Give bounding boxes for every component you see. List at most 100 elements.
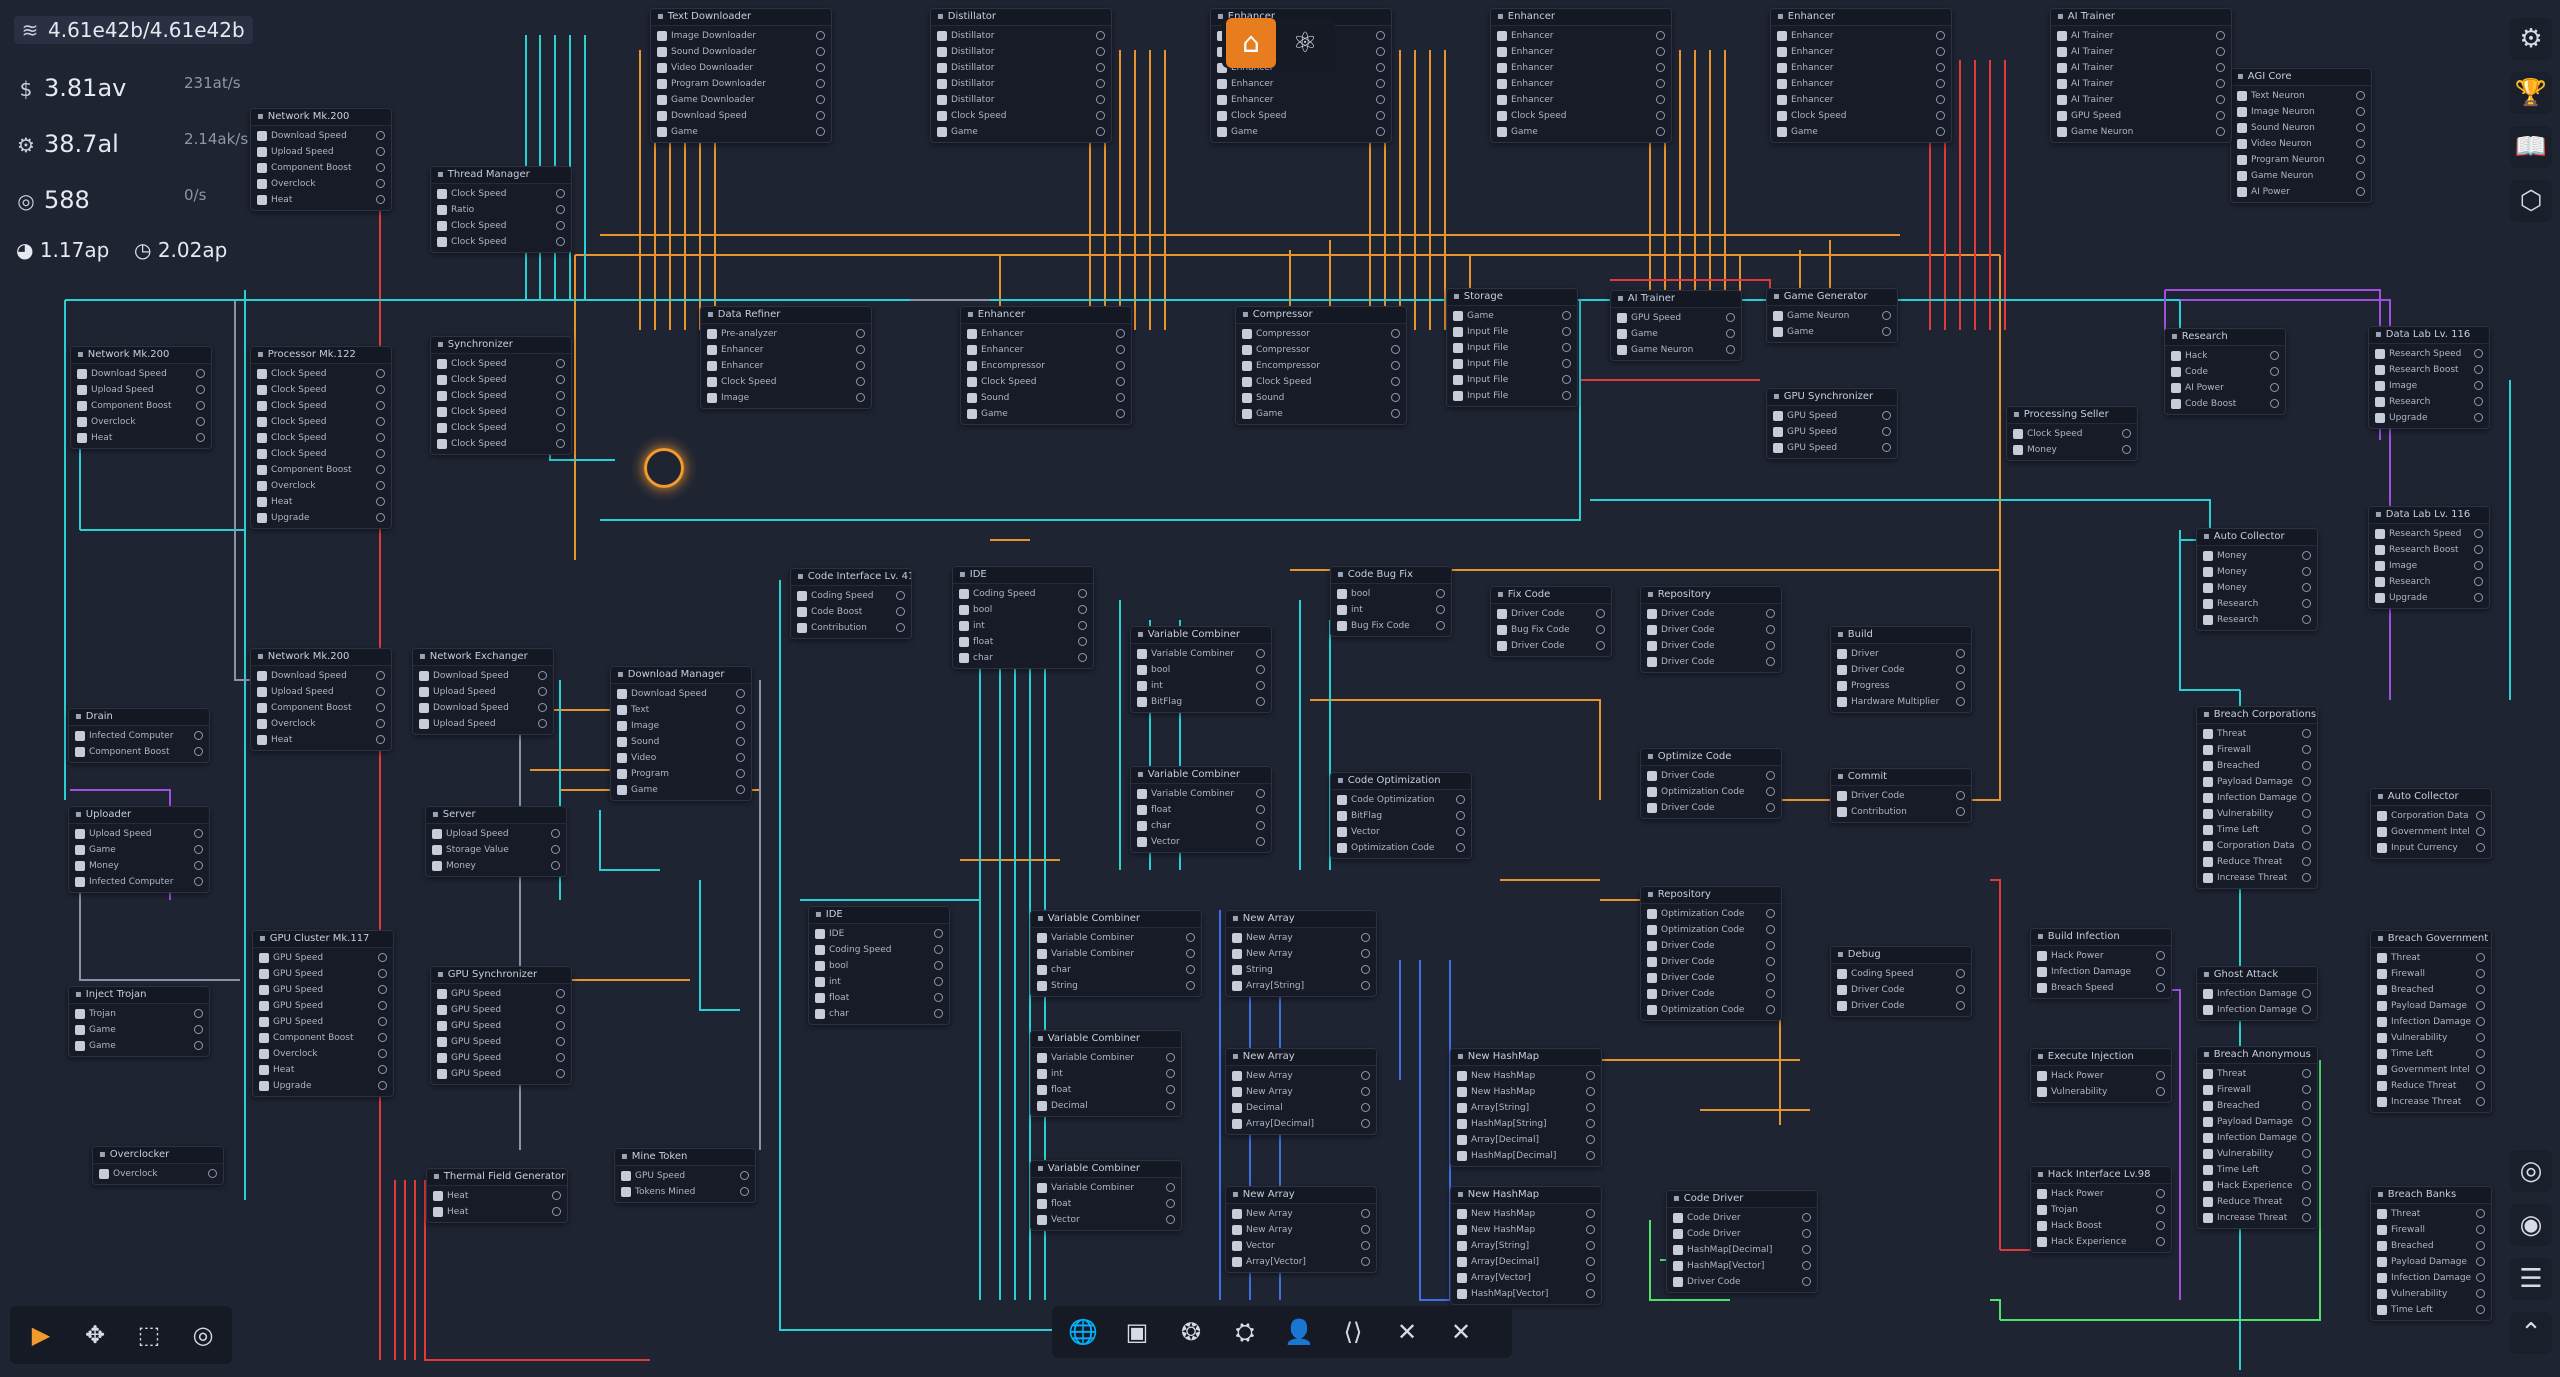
- node-auto-collector[interactable]: ▪ Auto Collector Money Money Money Research Re…: [2196, 528, 2318, 631]
- port-connector[interactable]: [1656, 95, 1665, 104]
- node-port[interactable]: Money: [2203, 548, 2311, 564]
- brain-icon[interactable]: ❂: [1168, 1309, 1214, 1355]
- node-port[interactable]: Enhancer: [1777, 60, 1945, 76]
- node-port[interactable]: Research Boost: [2375, 362, 2483, 378]
- port-connector[interactable]: [1391, 377, 1400, 386]
- hexagon-icon[interactable]: ⬡: [2510, 180, 2552, 222]
- port-connector[interactable]: [1882, 327, 1891, 336]
- settings-icon[interactable]: ⚙: [2510, 18, 2552, 60]
- node-port[interactable]: Game: [75, 1038, 203, 1054]
- port-connector[interactable]: [2302, 1149, 2311, 1158]
- port-connector[interactable]: [2476, 1065, 2485, 1074]
- port-connector[interactable]: [376, 401, 385, 410]
- port-connector[interactable]: [1956, 681, 1965, 690]
- node-port[interactable]: AI Trainer: [2057, 92, 2225, 108]
- port-connector[interactable]: [1436, 621, 1445, 630]
- port-connector[interactable]: [378, 1049, 387, 1058]
- port-connector[interactable]: [1186, 965, 1195, 974]
- port-connector[interactable]: [2356, 107, 2365, 116]
- port-connector[interactable]: [1956, 985, 1965, 994]
- node-port[interactable]: Driver Code: [1673, 1274, 1811, 1290]
- port-connector[interactable]: [2476, 1001, 2485, 1010]
- marquee-tool[interactable]: ⬚: [126, 1312, 172, 1358]
- node-port[interactable]: Heat: [257, 192, 385, 208]
- port-connector[interactable]: [1256, 821, 1265, 830]
- node-port[interactable]: Ratio: [437, 202, 565, 218]
- node-port[interactable]: Encompressor: [967, 358, 1125, 374]
- node-port[interactable]: Time Left: [2377, 1046, 2485, 1062]
- node-port[interactable]: New HashMap: [1457, 1206, 1595, 1222]
- port-connector[interactable]: [556, 989, 565, 998]
- node-port[interactable]: AI Trainer: [2057, 44, 2225, 60]
- port-connector[interactable]: [552, 1207, 561, 1216]
- port-connector[interactable]: [556, 1037, 565, 1046]
- node-port[interactable]: Download Speed: [657, 108, 825, 124]
- node-port[interactable]: Corporation Data: [2203, 838, 2311, 854]
- port-connector[interactable]: [2216, 31, 2225, 40]
- node-enhancer[interactable]: ▪EnhancerEnhancerEnhancerEnhancerEnhance…: [1490, 8, 1672, 143]
- node-port[interactable]: String: [1037, 978, 1195, 994]
- port-connector[interactable]: [1256, 805, 1265, 814]
- port-connector[interactable]: [1956, 697, 1965, 706]
- port-connector[interactable]: [2302, 809, 2311, 818]
- node-port[interactable]: Sound: [617, 734, 745, 750]
- node-processing-seller[interactable]: ▪ Processing Seller Clock Speed Money: [2006, 406, 2138, 461]
- port-connector[interactable]: [2302, 745, 2311, 754]
- node-port[interactable]: Game: [75, 1022, 203, 1038]
- port-connector[interactable]: [2302, 599, 2311, 608]
- port-connector[interactable]: [2302, 841, 2311, 850]
- port-connector[interactable]: [896, 623, 905, 632]
- node-port[interactable]: New Array: [1232, 1084, 1370, 1100]
- port-connector[interactable]: [1361, 1225, 1370, 1234]
- port-connector[interactable]: [1078, 637, 1087, 646]
- port-connector[interactable]: [2356, 139, 2365, 148]
- node-port[interactable]: Game: [1242, 406, 1400, 422]
- node-port[interactable]: Reduce Threat: [2377, 1078, 2485, 1094]
- port-connector[interactable]: [194, 829, 203, 838]
- node-thread-manager[interactable]: ▪ Thread Manager Clock Speed Ratio Clock Spe…: [430, 166, 572, 253]
- port-connector[interactable]: [556, 407, 565, 416]
- node-port[interactable]: Research: [2375, 394, 2483, 410]
- node-port[interactable]: Clock Speed: [1497, 108, 1665, 124]
- node-code-optimization[interactable]: ▪ Code Optimization Code Optimization BitFl…: [1330, 772, 1472, 859]
- node-port[interactable]: Input File: [1453, 356, 1571, 372]
- port-connector[interactable]: [1391, 409, 1400, 418]
- node-port[interactable]: BitFlag: [1337, 808, 1465, 824]
- book-icon[interactable]: 📖: [2510, 126, 2552, 168]
- node-port[interactable]: Heat: [259, 1062, 387, 1078]
- node-download-manager[interactable]: ▪ Download Manager Download Speed Text Image…: [610, 666, 752, 801]
- node-breach-anonymous[interactable]: ▪ Breach Anonymous Threat Firewall Breached P…: [2196, 1046, 2318, 1229]
- port-connector[interactable]: [1586, 1273, 1595, 1282]
- node-storage[interactable]: ▪ Storage Game Input File Input File Input Fi…: [1446, 288, 1578, 407]
- node-port[interactable]: Distillator: [937, 60, 1105, 76]
- node-port[interactable]: Government Intel: [2377, 824, 2485, 840]
- node-port[interactable]: Download Speed: [617, 686, 745, 702]
- port-connector[interactable]: [552, 1191, 561, 1200]
- node-port[interactable]: Enhancer: [1217, 76, 1385, 92]
- node-port[interactable]: Decimal: [1037, 1098, 1175, 1114]
- port-connector[interactable]: [1078, 621, 1087, 630]
- node-mine-token[interactable]: ▪ Mine Token GPU Speed Tokens Mined: [614, 1148, 756, 1203]
- node-port[interactable]: Payload Damage: [2203, 1114, 2311, 1130]
- target-icon[interactable]: ◉: [2510, 1204, 2552, 1246]
- node-port[interactable]: Driver: [1837, 646, 1965, 662]
- port-connector[interactable]: [1256, 681, 1265, 690]
- port-connector[interactable]: [1166, 1069, 1175, 1078]
- node-port[interactable]: Clock Speed: [437, 218, 565, 234]
- port-connector[interactable]: [1361, 965, 1370, 974]
- node-port[interactable]: Hack Experience: [2037, 1234, 2165, 1250]
- port-connector[interactable]: [2156, 983, 2165, 992]
- node-port[interactable]: Overclock: [259, 1046, 387, 1062]
- close-icon[interactable]: ✕: [1438, 1309, 1484, 1355]
- port-connector[interactable]: [1361, 1103, 1370, 1112]
- code-icon[interactable]: ⟨⟩: [1330, 1309, 1376, 1355]
- port-connector[interactable]: [2270, 399, 2279, 408]
- node-port[interactable]: Driver Code: [1647, 768, 1775, 784]
- node-port[interactable]: Distillator: [937, 28, 1105, 44]
- port-connector[interactable]: [1586, 1241, 1595, 1250]
- port-connector[interactable]: [1456, 827, 1465, 836]
- port-connector[interactable]: [556, 1053, 565, 1062]
- port-connector[interactable]: [1096, 63, 1105, 72]
- port-connector[interactable]: [1766, 941, 1775, 950]
- node-port[interactable]: Video Neuron: [2237, 136, 2365, 152]
